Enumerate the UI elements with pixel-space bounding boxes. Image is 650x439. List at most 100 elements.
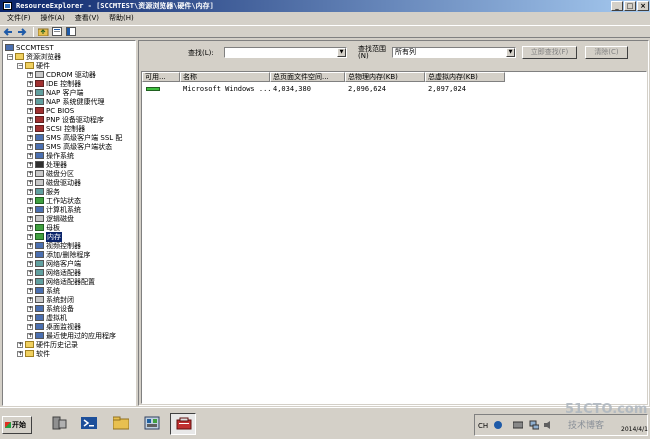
expand-icon[interactable]: + xyxy=(27,314,33,321)
toolbar-separator xyxy=(33,26,34,37)
expand-icon[interactable]: + xyxy=(27,71,33,78)
expand-icon[interactable]: + xyxy=(27,134,33,141)
resource-explorer-window: ResourceExplorer - [SCCMTEST\资源浏览器\硬件\内存… xyxy=(0,0,650,406)
configuration-manager-icon[interactable] xyxy=(139,413,165,435)
tree-resource-browser[interactable]: − 资源浏览器 xyxy=(7,52,61,61)
find-input[interactable]: ▼ xyxy=(224,47,347,58)
menu-file[interactable]: 文件(F) xyxy=(2,13,36,23)
memory-list[interactable]: 可用... 名称 总页面文件空间... 总物理内存(KB) 总虚拟内存(KB) … xyxy=(141,71,647,404)
back-arrow-icon[interactable] xyxy=(2,27,14,37)
hardware-class-icon xyxy=(35,197,44,204)
folder-up-icon[interactable] xyxy=(37,27,49,37)
tree-item[interactable]: + NAP 系统健康代理 xyxy=(27,97,104,106)
expand-icon[interactable]: + xyxy=(27,215,33,222)
menu-help[interactable]: 帮助(H) xyxy=(104,13,139,23)
expand-icon[interactable]: + xyxy=(27,251,33,258)
hardware-class-icon xyxy=(35,134,44,141)
expand-icon[interactable]: + xyxy=(27,170,33,177)
expand-icon[interactable]: + xyxy=(27,125,33,132)
expand-icon[interactable]: + xyxy=(27,89,33,96)
expand-icon[interactable]: + xyxy=(27,188,33,195)
resource-explorer-icon[interactable] xyxy=(170,413,196,435)
hardware-class-icon xyxy=(35,71,44,78)
help-icon[interactable] xyxy=(65,27,77,37)
toolbar xyxy=(0,25,650,38)
cell-name: Microsoft Windows ... xyxy=(183,84,270,93)
chevron-down-icon[interactable]: ▼ xyxy=(506,48,515,57)
range-label-key: (N) xyxy=(358,52,369,60)
expand-icon[interactable]: + xyxy=(17,350,23,357)
expand-icon[interactable]: + xyxy=(27,305,33,312)
column-page-file[interactable]: 总页面文件空间... xyxy=(270,72,345,82)
tree-software[interactable]: + 软件 xyxy=(17,349,50,358)
computer-icon xyxy=(5,44,14,51)
find-label: 查找(L): xyxy=(188,49,214,57)
start-button[interactable]: 开始 xyxy=(2,416,32,434)
expand-icon[interactable]: + xyxy=(27,152,33,159)
minimize-button[interactable]: _ xyxy=(611,1,623,11)
column-available[interactable]: 可用... xyxy=(142,72,180,82)
hardware-class-icon xyxy=(35,242,44,249)
expand-icon[interactable]: + xyxy=(27,242,33,249)
hardware-class-icon xyxy=(35,305,44,312)
expand-icon[interactable]: + xyxy=(17,341,23,348)
expand-icon[interactable]: + xyxy=(27,323,33,330)
clear-button[interactable]: 清除(C) xyxy=(585,46,628,59)
hardware-class-icon xyxy=(35,323,44,330)
close-button[interactable]: × xyxy=(637,1,649,11)
menu-action[interactable]: 操作(A) xyxy=(36,13,70,23)
expand-icon[interactable]: + xyxy=(27,80,33,87)
title-bar[interactable]: ResourceExplorer - [SCCMTEST\资源浏览器\硬件\内存… xyxy=(0,0,650,12)
keyboard-icon[interactable] xyxy=(513,420,523,430)
properties-icon[interactable] xyxy=(51,27,63,37)
expand-icon[interactable]: + xyxy=(27,98,33,105)
hardware-class-icon xyxy=(35,233,44,240)
expand-icon[interactable]: + xyxy=(27,233,33,240)
column-name[interactable]: 名称 xyxy=(180,72,270,82)
tree-item-label: PC BIOS xyxy=(46,106,75,115)
tree-item[interactable]: + 网络适配器配置 xyxy=(27,277,95,286)
expand-icon[interactable]: + xyxy=(27,269,33,276)
menu-bar: 文件(F) 操作(A) 查看(V) 帮助(H) xyxy=(0,12,650,24)
chevron-down-icon[interactable]: ▼ xyxy=(337,48,346,57)
range-select[interactable]: 所有列 ▼ xyxy=(392,47,516,58)
server-manager-icon[interactable] xyxy=(46,413,72,435)
expand-icon[interactable]: + xyxy=(27,296,33,303)
table-row[interactable]: Microsoft Windows ... 4,034,380 2,096,62… xyxy=(142,84,505,93)
resource-tree[interactable]: SCCMTEST − 资源浏览器 − 硬件 + CDROM 驱动器 + IDE 控制器… xyxy=(2,40,136,406)
expand-icon[interactable]: + xyxy=(27,116,33,123)
collapse-icon[interactable]: − xyxy=(17,62,23,69)
expand-icon[interactable]: + xyxy=(27,197,33,204)
watermark-subtitle: 技术博客 xyxy=(568,421,605,431)
maximize-button[interactable]: □ xyxy=(624,1,636,11)
expand-icon[interactable]: + xyxy=(27,206,33,213)
expand-icon[interactable]: + xyxy=(27,332,33,339)
hardware-class-icon xyxy=(35,332,44,339)
clock[interactable]: 2014/4/1 xyxy=(621,426,648,433)
expand-icon[interactable]: + xyxy=(27,287,33,294)
expand-icon[interactable]: + xyxy=(27,107,33,114)
hardware-class-icon xyxy=(35,215,44,222)
memory-bar-icon xyxy=(142,86,180,91)
forward-arrow-icon[interactable] xyxy=(16,27,28,37)
help-icon[interactable] xyxy=(493,420,503,430)
language-indicator[interactable]: CH xyxy=(478,422,488,430)
collapse-icon[interactable]: − xyxy=(7,53,13,60)
powershell-icon[interactable] xyxy=(76,413,102,435)
find-now-button[interactable]: 立即查找(F) xyxy=(522,46,577,59)
column-virtual-memory[interactable]: 总虚拟内存(KB) xyxy=(425,72,505,82)
network-icon[interactable] xyxy=(529,420,539,430)
column-physical-memory[interactable]: 总物理内存(KB) xyxy=(345,72,425,82)
watermark-logo: 51CTO.com xyxy=(565,402,648,417)
hardware-class-icon xyxy=(35,269,44,276)
expand-icon[interactable]: + xyxy=(27,260,33,267)
menu-view[interactable]: 查看(V) xyxy=(70,13,104,23)
expand-icon[interactable]: + xyxy=(27,143,33,150)
tree-item-label: NAP 系统健康代理 xyxy=(46,97,105,106)
speaker-icon[interactable] xyxy=(543,420,553,430)
expand-icon[interactable]: + xyxy=(27,278,33,285)
expand-icon[interactable]: + xyxy=(27,179,33,186)
expand-icon[interactable]: + xyxy=(27,224,33,231)
expand-icon[interactable]: + xyxy=(27,161,33,168)
explorer-icon[interactable] xyxy=(108,413,134,435)
